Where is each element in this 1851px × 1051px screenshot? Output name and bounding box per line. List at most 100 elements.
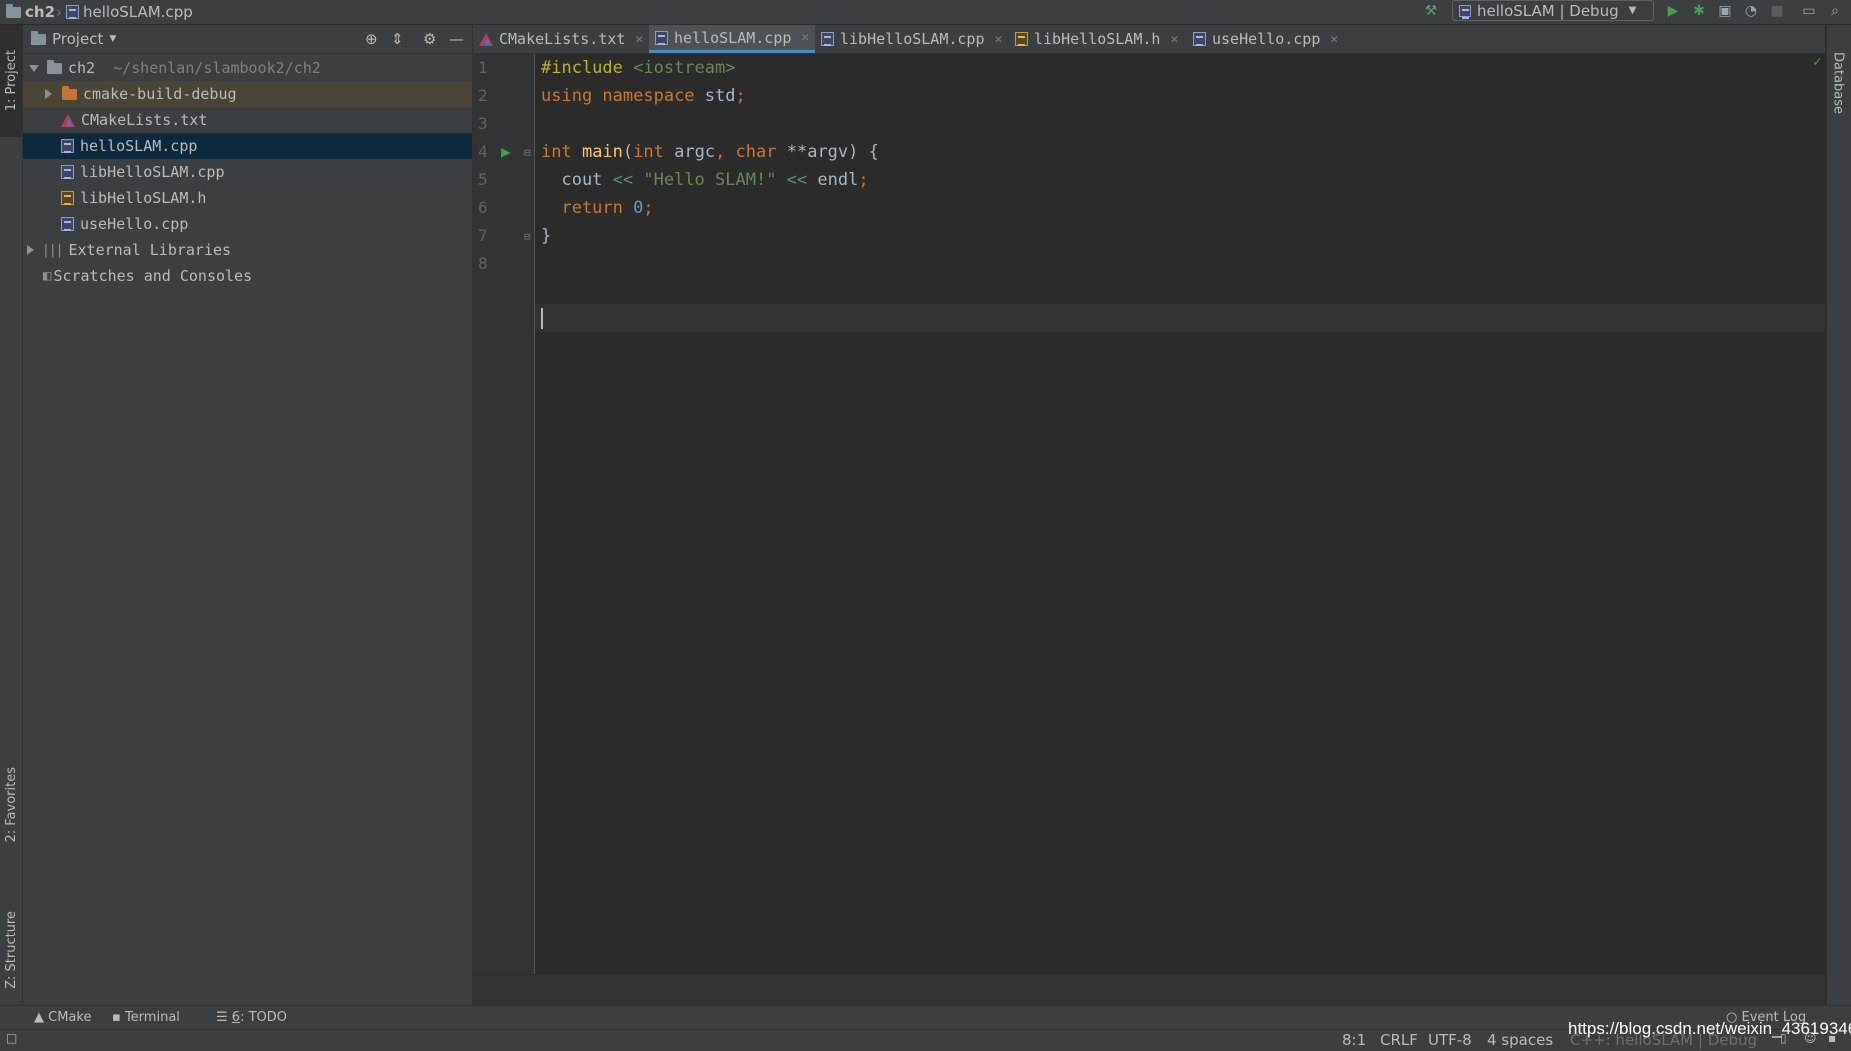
cpp-file-icon (1193, 32, 1206, 46)
editor-bottom-area (473, 975, 1825, 1006)
cmake-icon (61, 113, 75, 127)
fold-end-icon[interactable]: ⊟ (524, 230, 531, 243)
code-token: cout (541, 170, 613, 190)
tab-cmakelists[interactable]: CMakeLists.txt ✕ (473, 25, 649, 53)
toggle-tool-windows-icon[interactable]: □ (6, 1031, 17, 1045)
code-line-1: #include <iostream> (541, 54, 735, 82)
cpp-file-icon (61, 165, 74, 179)
breadcrumb-file[interactable]: helloSLAM.cpp (66, 3, 193, 21)
tab-label: useHello.cpp (1212, 30, 1321, 48)
tab-label: libHelloSLAM.h (1034, 30, 1161, 48)
structure-tool-tab-label: Z: Structure (3, 911, 19, 989)
build-hammer-icon[interactable]: ⚒ (1422, 2, 1440, 20)
tree-item-cmake-build-debug[interactable]: cmake-build-debug (23, 81, 472, 107)
tree-root[interactable]: ch2 ~/shenlan/slambook2/ch2 (23, 55, 472, 81)
tree-item-label: CMakeLists.txt (81, 111, 208, 129)
code-token: <iostream> (622, 58, 736, 78)
expand-arrow-icon[interactable] (27, 245, 34, 255)
tree-item-label: helloSLAM.cpp (80, 137, 198, 155)
code-token: main (571, 142, 623, 162)
tab-lib-hello-slam-h[interactable]: libHelloSLAM.h ✕ (1009, 25, 1184, 53)
tree-item-use-hello-cpp[interactable]: useHello.cpp (23, 211, 472, 237)
structure-tool-tab[interactable]: Z: Structure (0, 885, 22, 1015)
collapse-all-icon[interactable]: ⇕ (391, 30, 404, 48)
code-token: ; (643, 198, 654, 218)
database-tool-tab[interactable]: Database (1827, 33, 1849, 133)
tree-item-hello-slam-cpp[interactable]: helloSLAM.cpp (23, 133, 472, 159)
terminal-tool-label: Terminal (124, 1010, 180, 1025)
run-with-coverage-icon[interactable]: ▣ (1716, 2, 1734, 20)
close-icon[interactable]: ✕ (801, 30, 809, 45)
profile-icon[interactable]: ◔ (1742, 2, 1760, 20)
terminal-tool-button[interactable]: ▪ Terminal (112, 1010, 180, 1025)
cpp-file-icon (655, 30, 668, 45)
gear-icon[interactable]: ⚙ (423, 30, 436, 48)
code-token: << (786, 170, 808, 190)
tab-hello-slam-cpp[interactable]: helloSLAM.cpp ✕ (649, 25, 816, 53)
run-configuration-select[interactable]: helloSLAM | Debug ▼ (1452, 0, 1654, 21)
close-icon[interactable]: ✕ (635, 32, 643, 47)
indent-setting[interactable]: 4 spaces (1487, 1031, 1553, 1049)
tree-item-cmakelists[interactable]: CMakeLists.txt (23, 107, 472, 133)
close-icon[interactable]: ✕ (1330, 32, 1338, 47)
line-number: 1 (478, 58, 488, 77)
project-view-title[interactable]: Project (52, 30, 103, 48)
code-editor[interactable]: #include <iostream> using namespace std;… (535, 54, 1825, 974)
expand-arrow-icon[interactable] (45, 89, 52, 99)
cpp-file-icon (61, 217, 74, 231)
line-number: 8 (478, 254, 488, 273)
inspection-ok-icon[interactable]: ✓ (1813, 54, 1821, 70)
tree-item-scratches[interactable]: ◧ Scratches and Consoles (23, 263, 472, 289)
tree-item-label: cmake-build-debug (83, 85, 237, 103)
editor-gutter: 1 2 3 4 5 6 7 8 ▶ ⊟ ⊟ (473, 54, 535, 974)
tree-item-label: Scratches and Consoles (53, 267, 253, 285)
file-encoding[interactable]: UTF-8 (1428, 1031, 1472, 1049)
code-token: std (694, 86, 736, 106)
close-icon[interactable]: ✕ (1170, 32, 1178, 47)
project-tool-tab[interactable]: 1: Project (0, 25, 22, 137)
close-icon[interactable]: ✕ (995, 32, 1003, 47)
code-token: 0 (622, 198, 644, 218)
tree-item-label: External Libraries (68, 241, 232, 259)
stop-icon[interactable]: ■ (1768, 2, 1786, 20)
breadcrumb-project-label: ch2 (25, 3, 56, 21)
fold-icon[interactable]: ⊟ (524, 146, 531, 159)
favorites-tool-tab[interactable]: 2: Favorites (0, 730, 22, 880)
header-file-icon (61, 191, 74, 205)
config-icon (1459, 4, 1471, 19)
layout-icon[interactable]: ▭ (1800, 2, 1818, 20)
breadcrumb-project[interactable]: ch2 (6, 3, 55, 21)
tree-item-lib-hello-slam-h[interactable]: libHelloSLAM.h (23, 185, 472, 211)
cmake-tool-button[interactable]: ▲ CMake (34, 1010, 91, 1025)
cmake-icon: ▲ (34, 1010, 44, 1025)
tree-item-label: libHelloSLAM.cpp (80, 163, 225, 181)
code-token: return (541, 198, 623, 218)
code-token: char (735, 142, 777, 162)
project-tool-tab-label: 1: Project (3, 50, 19, 112)
tab-use-hello-cpp[interactable]: useHello.cpp ✕ (1187, 25, 1344, 53)
caret-position[interactable]: 8:1 (1342, 1031, 1366, 1049)
code-token: int (541, 142, 572, 162)
project-panel-header: Project ▼ ⊕ ⇕ ⚙ — (23, 25, 472, 54)
code-line-7: } (541, 222, 551, 250)
expand-arrow-icon[interactable] (29, 64, 39, 72)
hide-panel-icon[interactable]: — (449, 30, 464, 48)
debug-icon[interactable]: ✱ (1690, 2, 1708, 20)
folder-orange-icon (62, 85, 77, 100)
code-token: } (541, 226, 552, 246)
search-icon[interactable]: ⌕ (1826, 2, 1844, 20)
chevron-down-icon[interactable]: ▼ (109, 34, 116, 44)
tree-item-external-libraries[interactable]: ||| External Libraries (23, 237, 472, 263)
tab-lib-hello-slam-cpp[interactable]: libHelloSLAM.cpp ✕ (815, 25, 1008, 53)
run-gutter-icon[interactable]: ▶ (501, 142, 511, 161)
line-separator[interactable]: CRLF (1380, 1031, 1418, 1049)
locate-icon[interactable]: ⊕ (365, 30, 378, 48)
chevron-down-icon: ▼ (1628, 5, 1637, 16)
code-token: int (633, 142, 664, 162)
todo-tool-button[interactable]: ☰ 6: TODO (216, 1010, 287, 1025)
left-tool-strip: 1: Project 2: Favorites Z: Structure (0, 25, 23, 1025)
run-icon[interactable]: ▶ (1664, 2, 1682, 20)
cpp-file-icon (66, 5, 79, 19)
tab-label: CMakeLists.txt (499, 30, 626, 48)
tree-item-lib-hello-slam-cpp[interactable]: libHelloSLAM.cpp (23, 159, 472, 185)
